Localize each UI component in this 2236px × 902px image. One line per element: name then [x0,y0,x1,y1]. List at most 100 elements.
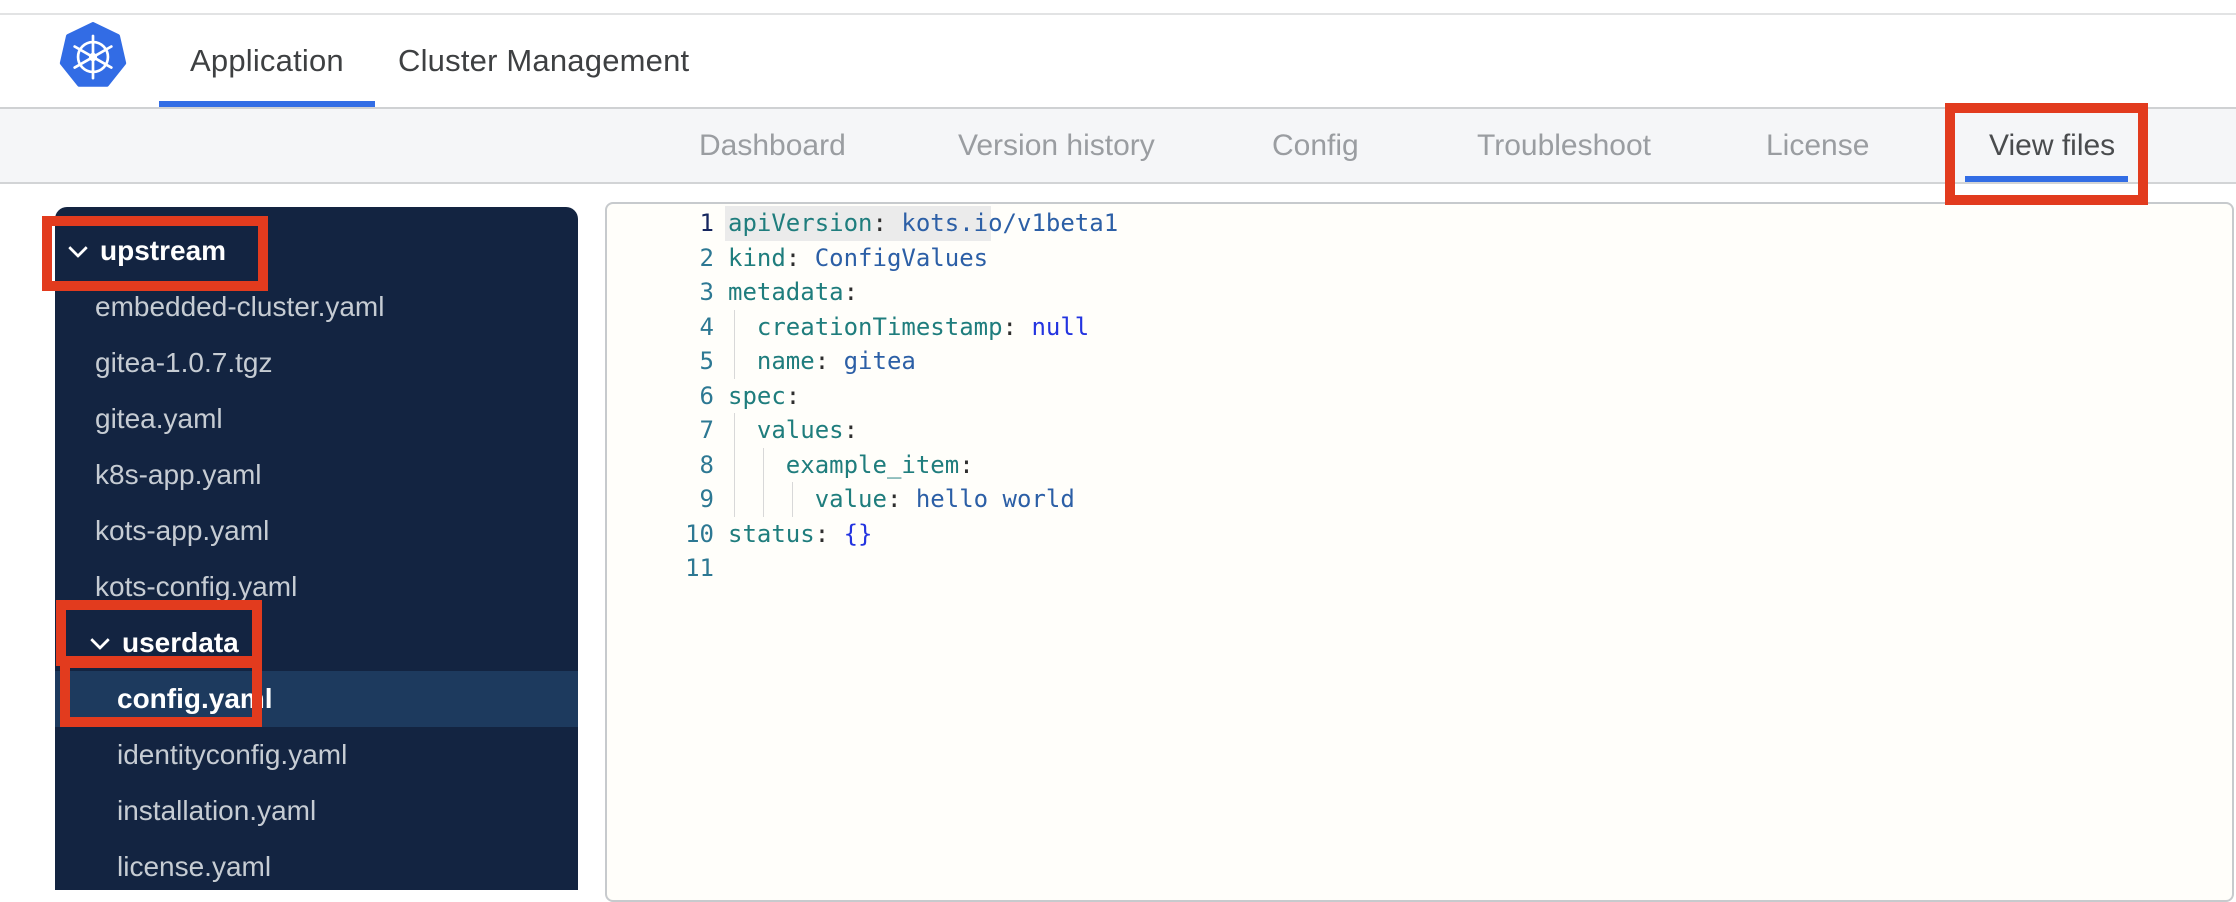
file-label: identityconfig.yaml [117,739,348,770]
code-line: creationTimestamp: null [728,309,2232,344]
line-number: 8 [699,450,714,479]
sidebar-item-kots-config-yaml[interactable]: kots-config.yaml [55,559,578,615]
kubernetes-logo-icon [59,22,127,90]
file-label: config.yaml [117,683,273,714]
code-token: kots.io/v1beta1 [886,209,1119,237]
sidebar-item-gitea-1-0-7-tgz[interactable]: gitea-1.0.7.tgz [55,335,578,391]
file-label: kots-config.yaml [95,571,298,602]
sidebar-item-config-yaml[interactable]: config.yaml [55,658,578,727]
line-number: 7 [699,416,714,444]
code-token: : [814,519,830,548]
line-number: 6 [699,381,714,410]
code-line: values: [728,413,2232,448]
code-line: status: {} [728,517,2232,552]
code-token: : [785,381,801,410]
subnav-item-config[interactable]: Config [1272,109,1359,182]
subnav-item-view-files[interactable]: View files [1965,109,2128,182]
folder-label: userdata [122,627,239,658]
sidebar-item-k8s-app-yaml[interactable]: k8s-app.yaml [55,447,578,503]
code-token: : [785,243,801,272]
sidebar-item-userdata[interactable]: userdata [55,600,578,671]
code-line: spec: [728,379,2232,414]
code-token: metadata [728,278,844,306]
code-line: name: gitea [728,344,2232,379]
sidebar-item-kots-app-yaml[interactable]: kots-app.yaml [55,503,578,559]
code-editor[interactable]: 1 2 3 4 5 6 7 8 9 10 11 apiVersion: kots.io/v1beta… [605,202,2234,902]
code-token: status [728,519,815,548]
file-label: gitea.yaml [95,403,223,434]
line-number: 4 [699,312,714,341]
code-token: : [843,278,859,306]
line-number: 10 [685,519,714,548]
file-label: gitea-1.0.7.tgz [95,347,273,378]
subnav-label: Dashboard [699,128,846,162]
file-label: embedded-cluster.yaml [95,291,385,322]
app-header: Application Cluster Management [0,15,2236,109]
code-token: spec [728,381,786,410]
sidebar-item-identityconfig-yaml[interactable]: identityconfig.yaml [55,727,578,783]
subnav-label: License [1766,128,1870,162]
subnav-item-troubleshoot[interactable]: Troubleshoot [1477,109,1651,182]
code-token: : [814,347,830,375]
code-token: creationTimestamp [756,312,1003,341]
tab-cluster-management[interactable]: Cluster Management [398,15,689,107]
line-number: 2 [699,243,714,272]
subnav-label: View files [1989,128,2116,162]
chevron-down-icon[interactable] [68,238,88,259]
subnav-item-license[interactable]: License [1766,109,1869,182]
file-label: kots-app.yaml [95,515,270,546]
code-token: {} [829,519,873,548]
code-token: gitea [829,347,916,375]
code-line: apiVersion: kots.io/v1beta1 [725,206,2232,241]
file-label: installation.yaml [117,795,317,826]
chevron-down-icon[interactable] [90,630,110,651]
tab-application-label: Application [190,43,344,78]
sidebar-item-gitea-yaml[interactable]: gitea.yaml [55,391,578,447]
active-subnav-underline [1965,176,2128,182]
code-line: example_item: [728,447,2232,482]
code-token: values [756,416,844,444]
code-token: kind [728,243,786,272]
file-label: k8s-app.yaml [95,459,262,490]
line-number: 9 [699,485,714,513]
code-token: : [872,209,887,237]
subnav-label: Troubleshoot [1477,128,1651,162]
active-tab-underline [159,101,375,107]
line-number: 3 [699,278,714,306]
line-number: 11 [685,554,714,582]
subnav-item-dashboard[interactable]: Dashboard [699,109,846,182]
line-number: 1 [699,209,714,237]
sidebar-item-installation-yaml[interactable]: installation.yaml [55,783,578,839]
code-token: name [756,347,815,375]
folder-label: upstream [100,235,227,266]
app-subnav: Dashboard Version history Config Trouble… [0,109,2236,184]
code-token: apiVersion [728,209,873,237]
subnav-label: Config [1272,128,1359,162]
code-token: : [886,485,902,513]
file-label: license.yaml [117,851,272,882]
sidebar-item-upstream[interactable]: upstream [42,216,578,291]
file-tree-sidebar: upstream embedded-cluster.yaml gitea-1.0.7… [42,207,578,890]
code-line: metadata: [728,275,2232,310]
editor-line-number-gutter: 1 2 3 4 5 6 7 8 9 10 11 [607,206,714,586]
code-token: example_item [785,450,960,479]
code-token: : [843,416,859,444]
line-number: 5 [699,347,714,375]
code-token: : [1002,312,1017,341]
code-token: ConfigValues [800,243,989,272]
tab-cluster-management-label: Cluster Management [398,43,690,78]
editor-code-area: apiVersion: kots.io/v1beta1 kind: ConfigV… [725,206,2232,586]
sidebar-item-embedded-cluster-yaml[interactable]: embedded-cluster.yaml [55,279,578,335]
code-token: null [1017,312,1090,341]
subnav-item-version-history[interactable]: Version history [958,109,1155,182]
subnav-label: Version history [958,128,1155,162]
tab-application[interactable]: Application [159,15,375,107]
file-tree: upstream embedded-cluster.yaml gitea-1.0.7… [42,216,578,895]
sidebar-item-license-yaml[interactable]: license.yaml [55,839,578,895]
